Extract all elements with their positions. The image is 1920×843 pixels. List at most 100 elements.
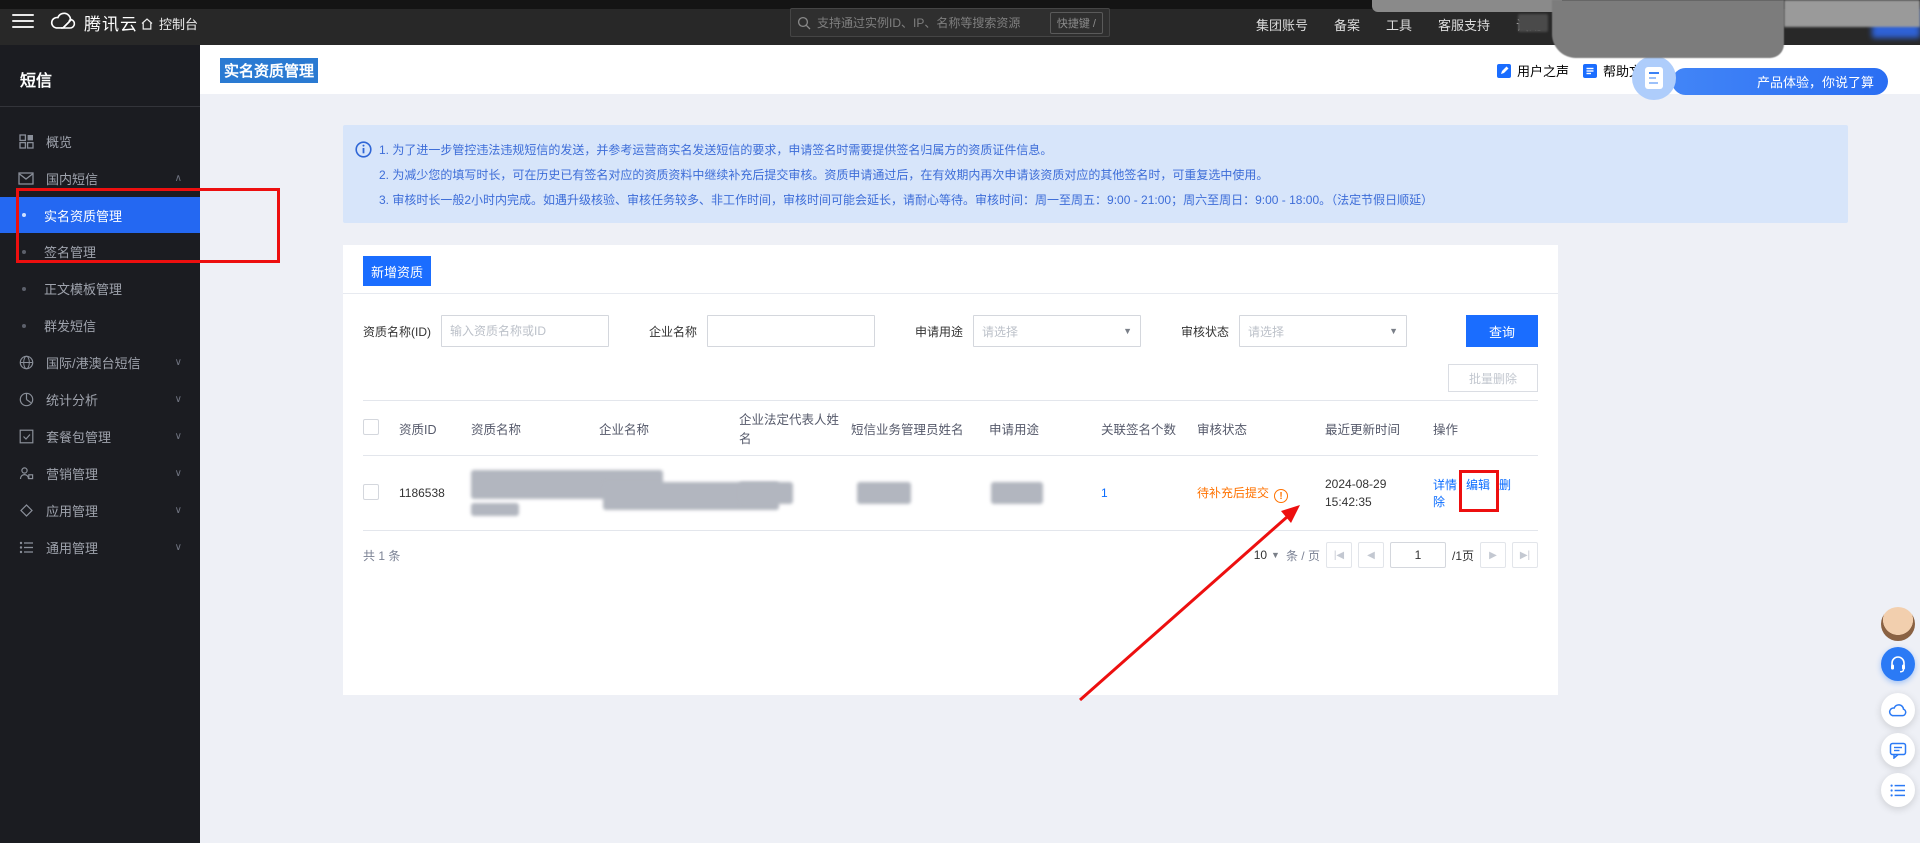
status-select[interactable]: 请选择 ▼ xyxy=(1239,315,1408,347)
cell-qualification-id: 1186538 xyxy=(399,455,471,531)
cell-sms-admin xyxy=(851,455,989,531)
batch-delete-button[interactable]: 批量删除 xyxy=(1448,364,1538,392)
sidebar-item-label: 国内短信 xyxy=(46,172,99,187)
status-select-value: 请选择 xyxy=(1248,324,1285,339)
annotation-box-edit xyxy=(1459,470,1499,512)
dropdown-arrow-icon: ▼ xyxy=(1123,326,1133,336)
document-icon xyxy=(1583,63,1597,78)
assistant-avatar[interactable] xyxy=(1881,607,1915,641)
sidebar-item-marketing-management[interactable]: 营销管理 ∨ xyxy=(0,455,200,492)
cell-company-name xyxy=(599,455,779,531)
cell-review-status: 待补充后提交! xyxy=(1197,455,1325,531)
sidebar-item-overview[interactable]: 概览 xyxy=(0,123,200,160)
chevron-down-icon: ∨ xyxy=(174,542,182,553)
menu-group-account[interactable]: 集团账号 xyxy=(1256,15,1308,34)
cloud-logo-icon xyxy=(50,11,76,34)
home-icon xyxy=(141,17,153,30)
first-page-button[interactable]: |◀ xyxy=(1325,542,1352,568)
pagination-bar: 共 1 条 10 ▼ 条 / 页 |◀ ◀ /1页 ▶ ▶| xyxy=(363,540,1538,570)
info-icon xyxy=(355,138,379,223)
filter-name: 资质名称(ID) xyxy=(363,315,609,347)
table-row: 1186538 1 待补充后提交 ! 2024-08-29 15:42:35 详… xyxy=(363,455,1538,531)
menu-icp[interactable]: 备案 xyxy=(1334,15,1360,34)
chevron-down-icon: ∨ xyxy=(174,357,182,368)
sidebar-item-label: 通用管理 xyxy=(46,541,99,556)
redacted-usage xyxy=(991,482,1043,504)
feedback-button[interactable] xyxy=(1881,733,1915,767)
cell-usage xyxy=(989,455,1101,531)
shortcut-badge: 快捷键 / xyxy=(1049,11,1103,34)
dropdown-arrow-icon: ▼ xyxy=(1271,550,1280,560)
mail-icon xyxy=(18,171,34,187)
hamburger-menu-icon[interactable] xyxy=(12,14,34,30)
sidebar-item-app-management[interactable]: 应用管理 ∨ xyxy=(0,492,200,529)
pie-chart-icon xyxy=(18,392,34,408)
page-total-label: /1页 xyxy=(1451,548,1474,563)
redacted-overlay-bubble xyxy=(1784,0,1920,27)
info-banner: 1. 为了进一步管控违法违规短信的发送，并参考运营商实名发送短信的要求，申请签名… xyxy=(343,125,1848,223)
global-search-input[interactable]: 支持通过实例ID、IP、名称等搜索资源 快捷键 / xyxy=(790,8,1110,37)
sidebar-item-bulk-sms[interactable]: 群发短信 xyxy=(0,307,200,344)
add-qualification-button[interactable]: 新增资质 xyxy=(363,256,431,286)
cell-qualification-name xyxy=(471,455,663,531)
warning-circle-icon[interactable]: ! xyxy=(1274,488,1289,503)
company-name-input[interactable] xyxy=(707,315,876,347)
user-voice-icon xyxy=(1497,63,1511,78)
usage-select[interactable]: 请选择 ▼ xyxy=(973,315,1142,347)
customer-service-button[interactable] xyxy=(1881,647,1915,681)
bullet-icon xyxy=(22,323,26,328)
cloud-assistant-button[interactable] xyxy=(1881,693,1915,727)
select-all-checkbox[interactable] xyxy=(363,418,379,435)
search-button[interactable]: 查询 xyxy=(1466,315,1538,347)
cell-updated-time: 2024-08-29 15:42:35 xyxy=(1325,455,1433,531)
dropdown-arrow-icon: ▼ xyxy=(1389,326,1399,336)
person-icon xyxy=(18,466,34,482)
col-qualification-id: 资质ID xyxy=(399,400,471,456)
qualification-name-input[interactable] xyxy=(441,315,609,347)
sidebar-item-template-management[interactable]: 正文模板管理 xyxy=(0,270,200,307)
redacted-sms-admin xyxy=(857,482,911,504)
signature-count-link[interactable]: 1 xyxy=(1101,486,1108,500)
list-icon xyxy=(1890,784,1905,796)
menu-list-button[interactable] xyxy=(1881,773,1915,807)
annotation-box-sidebar xyxy=(16,188,280,263)
filter-company: 企业名称 xyxy=(649,315,876,347)
detail-link[interactable]: 详情 xyxy=(1433,478,1457,492)
redacted-account-item xyxy=(1518,14,1548,32)
prev-page-button[interactable]: ◀ xyxy=(1357,542,1384,568)
filter-name-label: 资质名称(ID) xyxy=(363,324,431,339)
product-experience-banner[interactable]: 产品体验，你说了算 xyxy=(1672,68,1888,95)
chevron-down-icon: ∨ xyxy=(174,394,182,405)
qualification-table: 资质ID 资质名称 企业名称 企业法定代表人姓名 短信业务管理员姓名 申请用途 … xyxy=(363,400,1538,531)
survey-icon[interactable] xyxy=(1632,56,1676,100)
page-size-select[interactable]: 10 ▼ xyxy=(1254,548,1280,562)
info-banner-text: 1. 为了进一步管控违法违规短信的发送，并参考运营商实名发送短信的要求，申请签名… xyxy=(379,138,1433,223)
sidebar-item-label: 套餐包管理 xyxy=(46,430,112,445)
brand-name: 腾讯云 xyxy=(84,15,138,34)
menu-tools[interactable]: 工具 xyxy=(1386,15,1412,34)
sidebar-item-international-sms[interactable]: 国际/港澳台短信 ∨ xyxy=(0,344,200,381)
sidebar-nav: 概览 国内短信 ∧ 实名资质管理 签名管理 正文模板管理 群发短信 国际/港澳台… xyxy=(0,107,200,566)
next-page-button[interactable]: ▶ xyxy=(1480,542,1506,568)
sidebar-item-label: 概览 xyxy=(46,135,73,150)
sidebar-item-general-management[interactable]: 通用管理 ∨ xyxy=(0,529,200,566)
col-qualification-name: 资质名称 xyxy=(471,400,599,456)
qualification-card: 新增资质 资质名称(ID) 企业名称 申请用途 请选择 ▼ 审核状态 xyxy=(343,245,1558,695)
topbar-menu: 集团账号 备案 工具 客服支持 试用 xyxy=(1256,15,1542,34)
row-checkbox[interactable] xyxy=(363,483,379,500)
filter-usage-label: 申请用途 xyxy=(915,324,964,339)
table-header-row: 资质ID 资质名称 企业名称 企业法定代表人姓名 短信业务管理员姓名 申请用途 … xyxy=(363,400,1538,456)
chevron-down-icon: ∨ xyxy=(174,431,182,442)
page-number-input[interactable] xyxy=(1389,542,1446,568)
cloud-icon xyxy=(1888,703,1907,716)
last-page-button[interactable]: ▶| xyxy=(1512,542,1538,568)
menu-support[interactable]: 客服支持 xyxy=(1438,15,1490,34)
tencent-cloud-logo[interactable]: 腾讯云 xyxy=(50,10,138,35)
package-icon xyxy=(18,429,34,445)
sidebar-item-package-management[interactable]: 套餐包管理 ∨ xyxy=(0,418,200,455)
sidebar-item-statistics[interactable]: 统计分析 ∨ xyxy=(0,381,200,418)
user-voice-link[interactable]: 用户之声 xyxy=(1496,61,1569,80)
product-experience-label: 产品体验，你说了算 xyxy=(1756,75,1874,90)
divider xyxy=(343,293,1558,294)
console-link[interactable]: 控制台 xyxy=(140,14,198,33)
